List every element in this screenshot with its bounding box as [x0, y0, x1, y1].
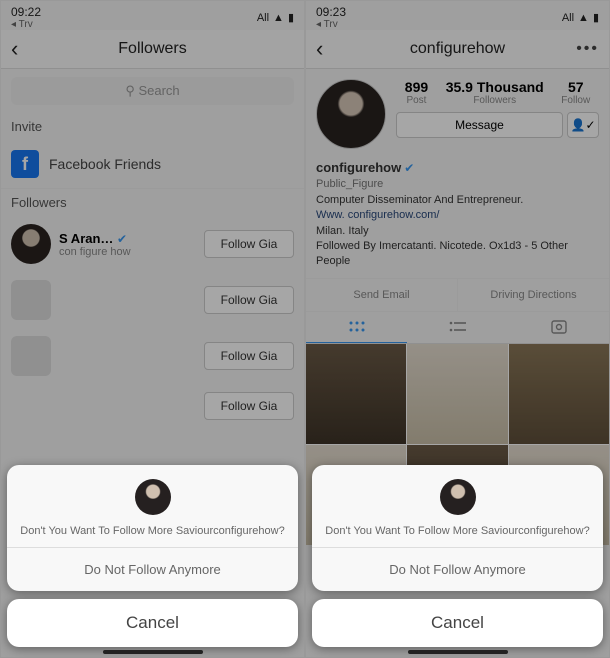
follow-button[interactable]: Follow Gia	[204, 342, 294, 370]
status-carrier: ◂ Trv	[316, 19, 346, 30]
status-carrier: ◂ Trv	[11, 19, 41, 30]
sheet-message: Don't You Want To Follow More Saviourcon…	[15, 525, 290, 537]
verified-icon: ✔	[404, 161, 414, 175]
battery-icon: ▮	[593, 11, 599, 24]
status-time: 09:22	[11, 5, 41, 19]
follower-sub: con figure how	[59, 246, 196, 258]
avatar[interactable]	[11, 280, 51, 320]
status-bar: 09:23 ◂ Trv All ▲ ▮	[306, 1, 609, 30]
bio: configurehow ✔ Public_Figure Computer Di…	[306, 159, 609, 278]
photo-tile[interactable]	[509, 344, 609, 444]
photo-tile[interactable]	[306, 344, 406, 444]
follower-row: Follow Gia	[1, 272, 304, 328]
follow-button[interactable]: Follow Gia	[204, 392, 294, 420]
followers-label: Followers	[1, 189, 304, 216]
back-icon[interactable]: ‹	[316, 36, 323, 62]
status-time: 09:23	[316, 5, 346, 19]
sheet-avatar	[135, 479, 171, 515]
page-title: configurehow	[410, 40, 505, 58]
stat-posts[interactable]: 899Post	[405, 79, 428, 106]
profile-header: 899Post 35.9 ThousandFollowers 57Follow …	[306, 69, 609, 159]
directions-button[interactable]: Driving Directions	[458, 279, 609, 311]
invite-label: Invite	[1, 113, 304, 140]
facebook-friends-row[interactable]: f Facebook Friends	[1, 140, 304, 189]
follower-row: Follow Gia	[1, 328, 304, 384]
status-net: All	[562, 12, 574, 24]
stat-following[interactable]: 57Follow	[561, 79, 590, 106]
header: ‹ configurehow •••	[306, 30, 609, 69]
battery-icon: ▮	[288, 11, 294, 24]
follower-row: Follow Gia	[1, 384, 304, 428]
home-indicator[interactable]	[408, 650, 508, 654]
search-input[interactable]: ⚲ Search	[11, 77, 294, 105]
follow-button[interactable]: Follow Gia	[204, 286, 294, 314]
home-indicator[interactable]	[103, 650, 203, 654]
action-sheet: Don't You Want To Follow More Saviourcon…	[7, 465, 298, 647]
unfollow-button[interactable]: Do Not Follow Anymore	[7, 547, 298, 591]
follower-name: S Aran…	[59, 231, 113, 246]
tab-list[interactable]	[407, 312, 508, 343]
verified-icon: ✔	[117, 232, 127, 246]
more-icon[interactable]: •••	[576, 40, 599, 58]
bio-desc: Computer Disseminator And Entrepreneur.	[316, 193, 599, 208]
stat-followers[interactable]: 35.9 ThousandFollowers	[446, 79, 544, 106]
bio-category: Public_Figure	[316, 177, 599, 192]
profile-avatar[interactable]	[316, 79, 386, 149]
send-email-button[interactable]: Send Email	[306, 279, 458, 311]
bio-location: Milan. Italy	[316, 224, 599, 239]
page-title: Followers	[118, 40, 186, 58]
phone-left: 09:22 ◂ Trv All ▲ ▮ ‹ Followers ⚲ Search…	[0, 0, 305, 658]
wifi-icon: ▲	[578, 12, 589, 24]
back-icon[interactable]: ‹	[11, 36, 18, 62]
photo-tile[interactable]	[407, 344, 507, 444]
wifi-icon: ▲	[273, 12, 284, 24]
header: ‹ Followers	[1, 30, 304, 69]
avatar[interactable]	[11, 336, 51, 376]
tab-tagged[interactable]	[508, 312, 609, 343]
cancel-button[interactable]: Cancel	[312, 599, 603, 647]
feed-tabs	[306, 312, 609, 344]
bio-link[interactable]: Www. configurehow.com/	[316, 208, 599, 223]
action-sheet: Don't You Want To Follow More Saviourcon…	[312, 465, 603, 647]
phone-right: 09:23 ◂ Trv All ▲ ▮ ‹ configurehow ••• 8…	[305, 0, 610, 658]
sheet-message: Don't You Want To Follow More Saviourcon…	[320, 525, 595, 537]
status-net: All	[257, 12, 269, 24]
status-bar: 09:22 ◂ Trv All ▲ ▮	[1, 1, 304, 30]
follow-button[interactable]: Follow Gia	[204, 230, 294, 258]
bio-handle: configurehow	[316, 160, 401, 175]
message-button[interactable]: Message	[396, 112, 563, 138]
unfollow-button[interactable]: Do Not Follow Anymore	[312, 547, 603, 591]
sheet-avatar	[440, 479, 476, 515]
bio-followedby[interactable]: Followed By Imercatanti. Nicotede. Ox1d3…	[316, 239, 599, 270]
fb-label: Facebook Friends	[49, 156, 161, 172]
avatar[interactable]	[11, 224, 51, 264]
facebook-icon: f	[11, 150, 39, 178]
suggested-button[interactable]: 👤✓	[567, 112, 599, 138]
tab-grid[interactable]	[306, 312, 407, 343]
follower-row: S Aran… ✔ con figure how Follow Gia	[1, 216, 304, 272]
cancel-button[interactable]: Cancel	[7, 599, 298, 647]
